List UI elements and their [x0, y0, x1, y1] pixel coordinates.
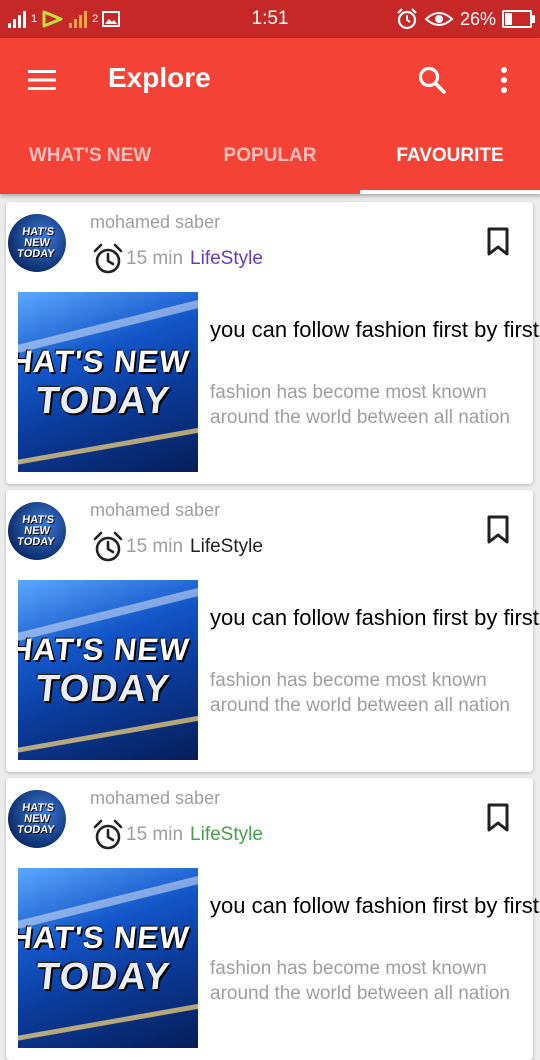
status-right-icons: 26%: [396, 6, 535, 32]
status-bar: 1 2 1:51 26%: [0, 0, 540, 38]
alarm-clock-icon: [93, 531, 123, 562]
eye-comfort-icon: [424, 12, 454, 26]
bookmark-button[interactable]: [482, 512, 514, 548]
thumbnail-text-line-2: TODAY: [33, 380, 173, 422]
search-icon: [418, 66, 446, 94]
read-duration: 15 min: [126, 536, 184, 557]
battery-percent: 26%: [459, 8, 496, 29]
more-vert-icon: [501, 67, 507, 93]
battery-icon: [502, 10, 535, 28]
alarm-clock-icon: [93, 819, 123, 850]
article-thumbnail[interactable]: HAT'S NEW TODAY: [18, 868, 198, 1048]
article-category[interactable]: LifeStyle: [190, 536, 263, 558]
bookmark-icon: [487, 803, 509, 832]
author-name: mohamed saber: [90, 212, 221, 232]
avatar-text: HAT'S NEW TODAY: [16, 225, 56, 260]
article-category[interactable]: LifeStyle: [190, 248, 263, 270]
tab-popular[interactable]: POPULAR: [180, 134, 360, 194]
author-avatar[interactable]: HAT'S NEW TODAY: [8, 502, 66, 560]
alarm-status-icon: [397, 8, 417, 30]
thumbnail-text-line-1: HAT'S NEW: [18, 920, 192, 955]
article-thumbnail[interactable]: HAT'S NEW TODAY: [18, 580, 198, 760]
article-headline[interactable]: you can follow fashion first by first: [210, 888, 540, 924]
article-meta: 15 min LifeStyle: [92, 240, 263, 278]
thumbnail-text-line-2: TODAY: [33, 668, 173, 710]
tab-bar: WHAT'S NEW POPULAR FAVOURITE: [0, 134, 540, 194]
author-avatar[interactable]: HAT'S NEW TODAY: [8, 790, 66, 848]
read-duration: 15 min: [126, 248, 184, 269]
thumbnail-text-line-2: TODAY: [33, 956, 173, 998]
avatar-text: HAT'S NEW TODAY: [16, 513, 56, 548]
search-button[interactable]: [410, 60, 454, 100]
alarm-clock-icon: [93, 243, 123, 274]
read-duration: 15 min: [126, 824, 184, 845]
article-thumbnail[interactable]: HAT'S NEW TODAY: [18, 292, 198, 472]
article-card[interactable]: HAT'S NEW TODAY mohamed saber 15 min Lif…: [6, 778, 539, 1060]
article-headline[interactable]: you can follow fashion first by first: [210, 600, 540, 636]
article-headline[interactable]: you can follow fashion first by first: [210, 312, 540, 348]
article-category[interactable]: LifeStyle: [190, 824, 263, 846]
app-bar: Explore WHAT'S NEW POPULAR FAVOURITE: [0, 38, 540, 194]
tab-favourite[interactable]: FAVOURITE: [360, 134, 540, 194]
menu-button[interactable]: [20, 60, 64, 100]
author-avatar[interactable]: HAT'S NEW TODAY: [8, 214, 66, 272]
bookmark-button[interactable]: [482, 224, 514, 260]
article-summary: fashion has become most known around the…: [210, 670, 510, 716]
page-title: Explore: [108, 62, 211, 93]
article-card[interactable]: HAT'S NEW TODAY mohamed saber 15 min Lif…: [6, 202, 539, 484]
article-meta: 15 min LifeStyle: [92, 528, 263, 566]
author-name: mohamed saber: [90, 500, 221, 520]
more-options-button[interactable]: [484, 60, 524, 100]
article-summary: fashion has become most known around the…: [210, 382, 510, 428]
bookmark-icon: [487, 515, 509, 544]
avatar-text: HAT'S NEW TODAY: [16, 801, 56, 836]
bookmark-button[interactable]: [482, 800, 514, 836]
thumbnail-text-line-1: HAT'S NEW: [18, 632, 192, 667]
author-name: mohamed saber: [90, 788, 221, 808]
article-card[interactable]: HAT'S NEW TODAY mohamed saber 15 min Lif…: [6, 490, 539, 772]
tab-whats-new[interactable]: WHAT'S NEW: [0, 134, 180, 194]
bookmark-icon: [487, 227, 509, 256]
menu-icon: [28, 70, 56, 90]
article-meta: 15 min LifeStyle: [92, 816, 263, 854]
article-summary: fashion has become most known around the…: [210, 958, 510, 1004]
thumbnail-text-line-1: HAT'S NEW: [18, 344, 192, 379]
